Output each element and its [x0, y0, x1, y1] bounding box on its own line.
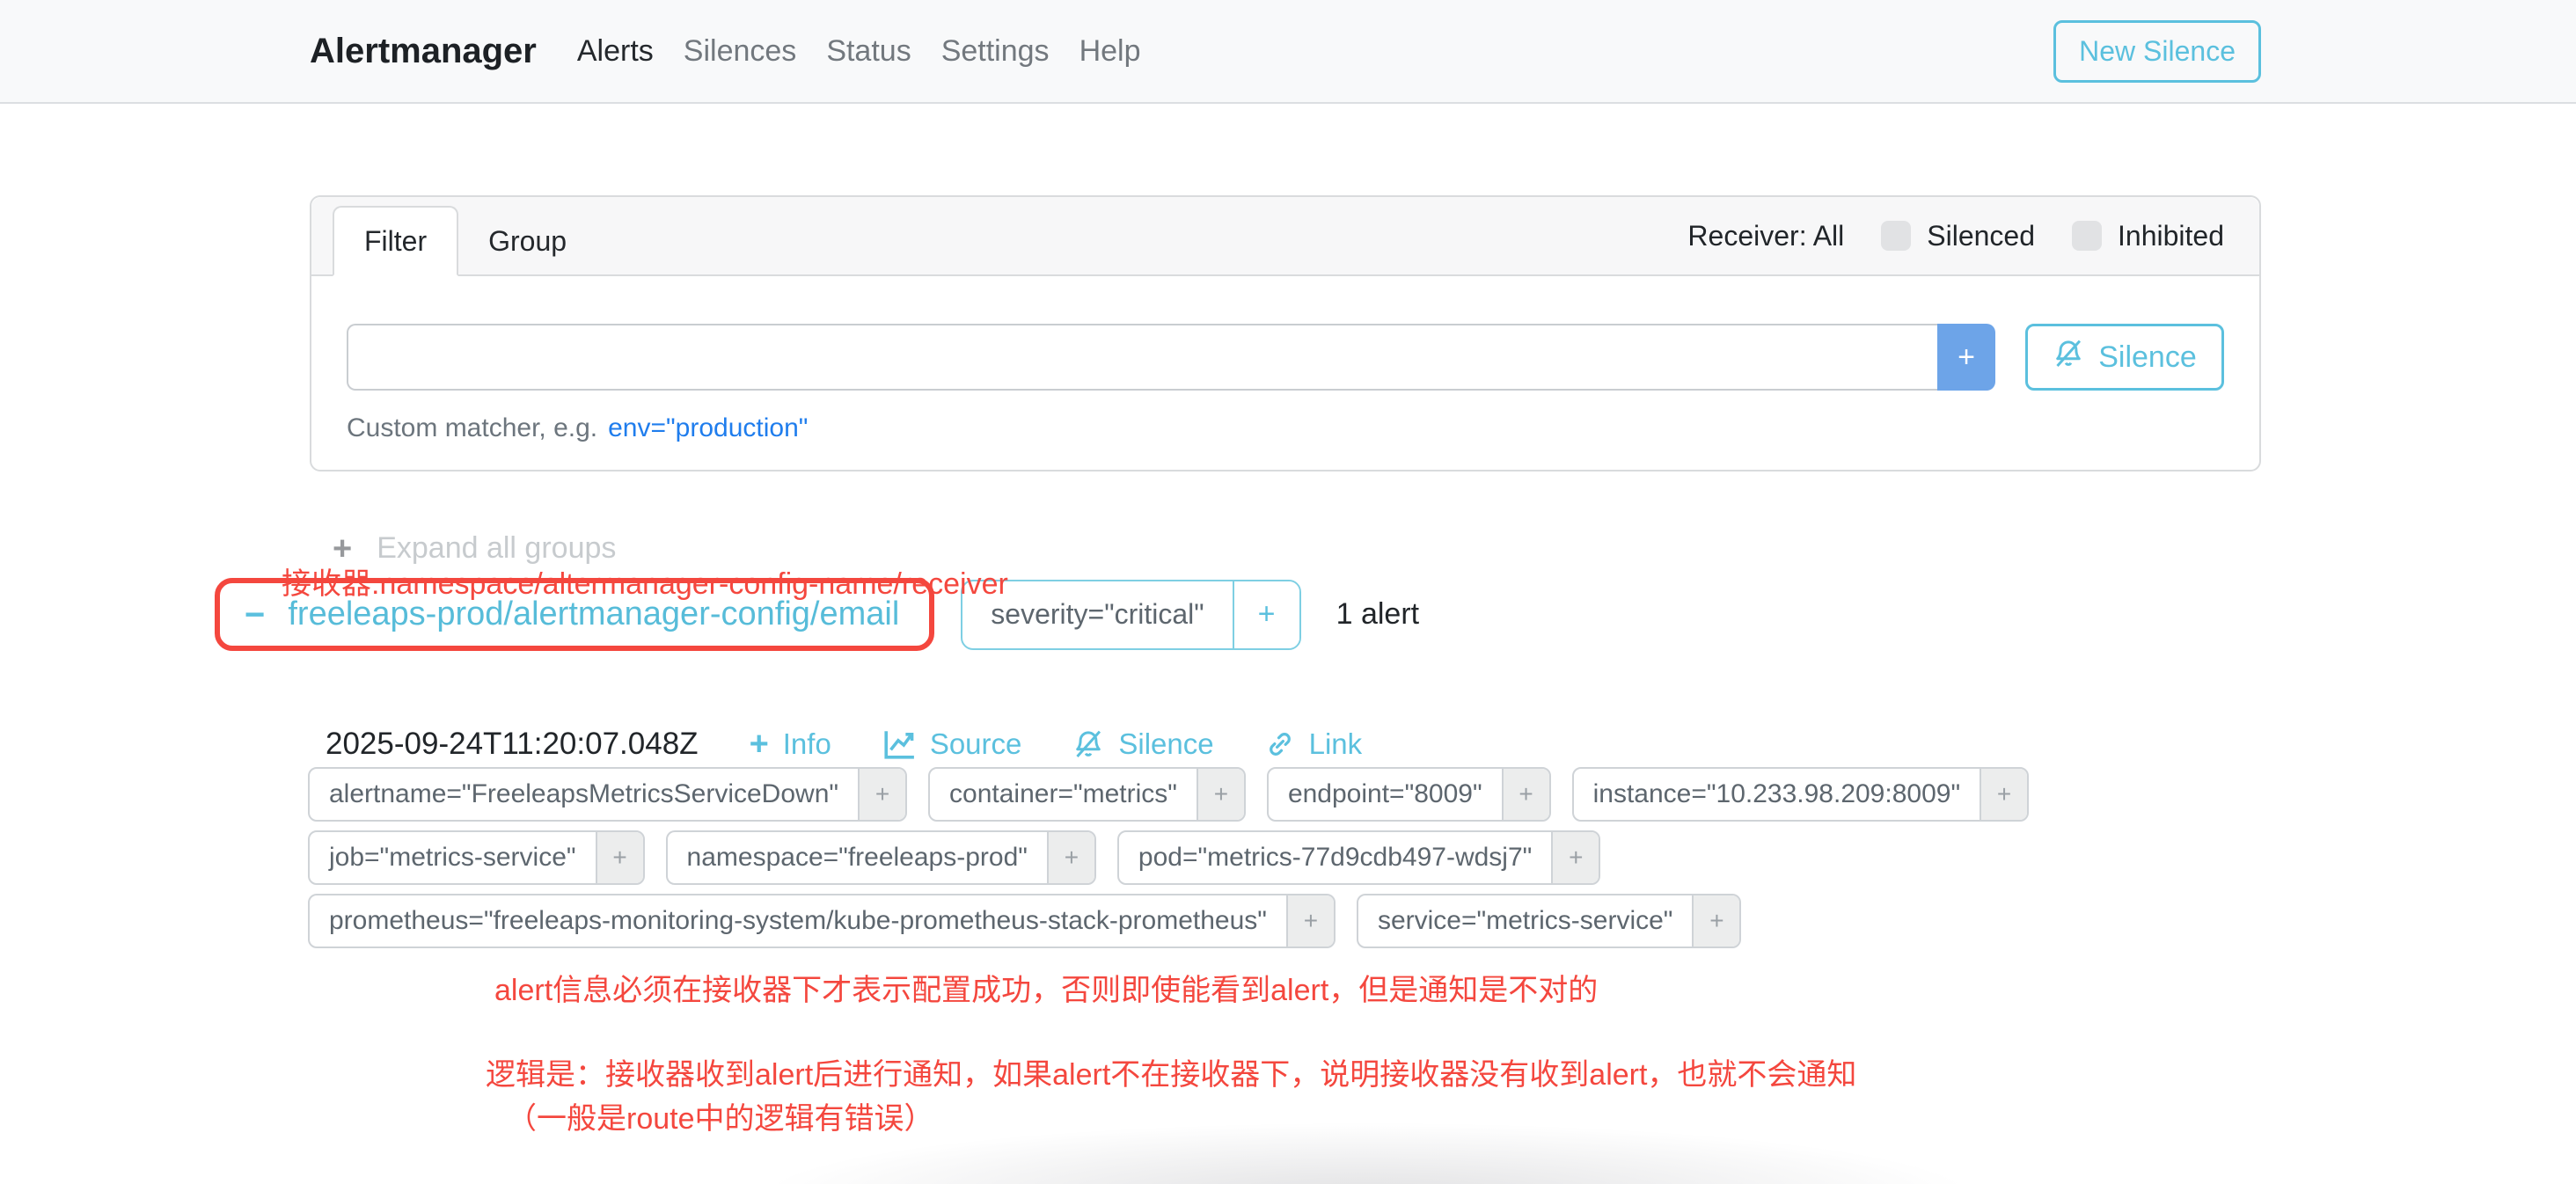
app-brand: Alertmanager: [310, 32, 537, 71]
alert-labels: alertname="FreeleapsMetricsServiceDown"+…: [308, 767, 2235, 948]
label-tag: namespace="freeleaps-prod"+: [666, 830, 1096, 885]
label-tag-text: instance="10.233.98.209:8009": [1574, 769, 1980, 820]
navbar: Alertmanager Alerts Silences Status Setting…: [0, 0, 2576, 104]
label-tag-text: endpoint="8009": [1269, 769, 1502, 820]
nav-item-alerts[interactable]: Alerts: [577, 34, 654, 69]
alert-action-info[interactable]: +Info: [750, 727, 831, 761]
label-tag-add-button[interactable]: +: [1980, 769, 2027, 820]
inhibited-label: Inhibited: [2118, 220, 2224, 252]
label-tag-add-button[interactable]: +: [1197, 769, 1244, 820]
label-tag: prometheus="freeleaps-monitoring-system/…: [308, 894, 1336, 948]
label-tag: container="metrics"+: [928, 767, 1246, 822]
alert-action-source[interactable]: Source: [882, 727, 1022, 761]
alert-timestamp: 2025-09-24T11:20:07.048Z: [326, 727, 699, 762]
bell-slash-icon: [1072, 729, 1104, 759]
nav-item-silences[interactable]: Silences: [684, 34, 797, 69]
label-tag-add-button[interactable]: +: [1551, 832, 1599, 883]
alert-actions: +Info Source Silence Link: [750, 727, 1363, 761]
label-tag-add-button[interactable]: +: [858, 769, 905, 820]
tab-filter[interactable]: Filter: [333, 206, 458, 276]
link-icon: [1265, 729, 1295, 759]
label-tag-text: prometheus="freeleaps-monitoring-system/…: [310, 895, 1286, 946]
alert-action-link[interactable]: Link: [1265, 727, 1363, 761]
plus-icon: +: [750, 727, 769, 761]
label-tag-add-button[interactable]: +: [596, 832, 643, 883]
label-tag: alertname="FreeleapsMetricsServiceDown"+: [308, 767, 907, 822]
nav-links: Alerts Silences Status Settings Help: [577, 34, 1141, 69]
silence-button[interactable]: Silence: [2025, 324, 2224, 391]
nav-item-status[interactable]: Status: [826, 34, 911, 69]
annotation-logic-note-line2: （一般是route中的逻辑有错误）: [507, 1094, 934, 1137]
label-tag: pod="metrics-77d9cdb497-wdsj7"+: [1117, 830, 1600, 885]
label-tag-text: job="metrics-service": [310, 832, 596, 883]
label-tag-add-button[interactable]: +: [1692, 895, 1739, 946]
label-tag-add-button[interactable]: +: [1047, 832, 1094, 883]
label-tag-text: service="metrics-service": [1358, 895, 1693, 946]
add-matcher-button[interactable]: +: [1937, 324, 1995, 391]
silenced-label: Silenced: [1927, 220, 2035, 252]
label-tag: service="metrics-service"+: [1357, 894, 1742, 948]
chart-icon: [882, 728, 916, 760]
group-matcher-chip: severity="critical" +: [961, 580, 1300, 650]
alert-count: 1 alert: [1336, 597, 1420, 632]
alert-action-silence[interactable]: Silence: [1072, 727, 1213, 761]
alertmanager-page: Alertmanager Alerts Silences Status Setting…: [0, 0, 2576, 1184]
nav-item-settings[interactable]: Settings: [941, 34, 1050, 69]
silenced-checkbox-wrap[interactable]: Silenced: [1881, 220, 2035, 252]
label-tag-text: pod="metrics-77d9cdb497-wdsj7": [1119, 832, 1551, 883]
filter-card-header: Filter Group Receiver: All Silenced Inhi…: [311, 197, 2259, 276]
annotation-logic-note-line1: 逻辑是：接收器收到alert后进行通知，如果alert不在接收器下，说明接收器没…: [486, 1050, 1856, 1093]
new-silence-button[interactable]: New Silence: [2053, 20, 2261, 83]
filter-card: Filter Group Receiver: All Silenced Inhi…: [310, 195, 2261, 471]
label-tag-add-button[interactable]: +: [1286, 895, 1334, 946]
tab-group[interactable]: Group: [458, 206, 596, 276]
matcher-input[interactable]: [347, 324, 1937, 391]
inhibited-checkbox-wrap[interactable]: Inhibited: [2072, 220, 2224, 252]
filter-tabs: Filter Group: [333, 206, 596, 276]
bell-slash-icon: [2053, 339, 2084, 376]
group-matcher-add-button[interactable]: +: [1233, 581, 1299, 648]
label-tag-text: alertname="FreeleapsMetricsServiceDown": [310, 769, 858, 820]
matcher-example-link[interactable]: env="production": [608, 413, 808, 442]
annotation-alert-note: alert信息必须在接收器下才表示配置成功，否则即使能看到alert，但是通知是…: [494, 966, 1598, 1009]
nav-item-help[interactable]: Help: [1079, 34, 1141, 69]
receiver-dropdown[interactable]: Receiver: All: [1687, 220, 1844, 252]
matcher-input-group: +: [347, 324, 1995, 391]
filter-header-controls: Receiver: All Silenced Inhibited: [1687, 220, 2224, 252]
label-tag: endpoint="8009"+: [1267, 767, 1551, 822]
label-tag-text: container="metrics": [930, 769, 1197, 820]
label-tag: instance="10.233.98.209:8009"+: [1572, 767, 2029, 822]
label-tag: job="metrics-service"+: [308, 830, 645, 885]
matcher-hint: Custom matcher, e.g.env="production": [347, 413, 2224, 443]
inhibited-checkbox[interactable]: [2072, 221, 2102, 251]
silenced-checkbox[interactable]: [1881, 221, 1911, 251]
alert-header-row: 2025-09-24T11:20:07.048Z +Info Source Sile…: [326, 727, 2576, 762]
label-tag-add-button[interactable]: +: [1502, 769, 1549, 820]
annotation-receiver-note: 接收器:namespace/altermanager-config-name/r…: [282, 559, 1008, 603]
label-tag-text: namespace="freeleaps-prod": [668, 832, 1047, 883]
collapse-group-button[interactable]: −: [245, 597, 265, 632]
filter-card-body: + Silence Custom matcher, e.g.env="produ…: [311, 276, 2259, 470]
